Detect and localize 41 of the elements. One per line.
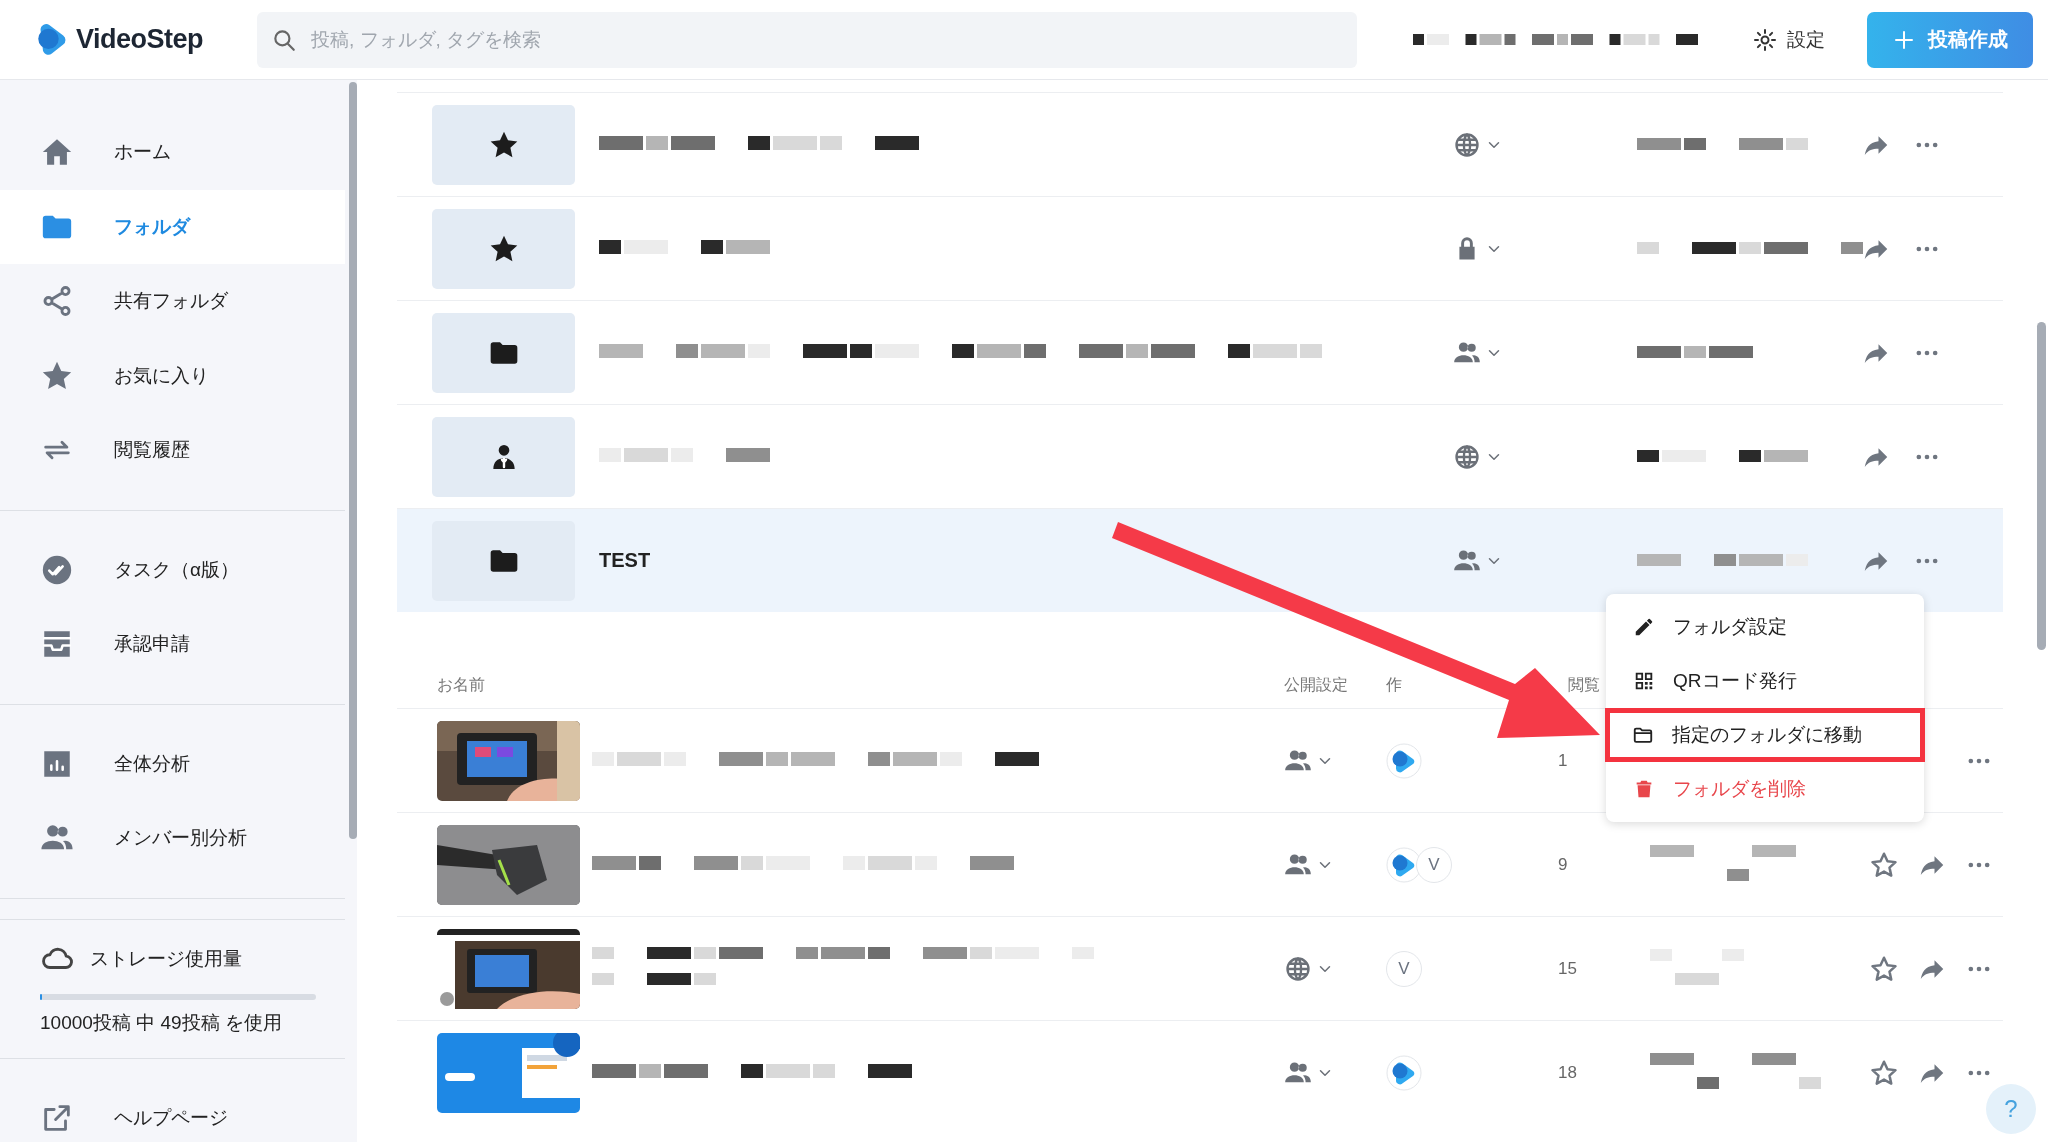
- sidebar-item[interactable]: 閲覧履歴: [0, 413, 345, 488]
- storage-usage-text: 10000投稿 中 49投稿 を使用: [40, 1010, 283, 1035]
- avatar: V: [1386, 950, 1422, 987]
- column-header[interactable]: お名前: [437, 674, 485, 696]
- folder-row[interactable]: TEST: [397, 508, 2003, 612]
- sidebar-item[interactable]: フォルダ: [0, 189, 345, 264]
- scrollbar[interactable]: [349, 82, 357, 839]
- sidebar-item[interactable]: タスク（α版）: [0, 532, 345, 607]
- globe-icon[interactable]: [1284, 954, 1312, 983]
- logo-avatar: [1386, 1054, 1422, 1091]
- sidebar-item[interactable]: ホーム: [0, 115, 345, 190]
- view-count: 9: [1557, 854, 1569, 875]
- settings-icon: [1753, 27, 1777, 52]
- sidebar-item[interactable]: メンバー別分析: [0, 801, 345, 876]
- menu-item[interactable]: 指定のフォルダに移動: [1605, 708, 1925, 762]
- post-row[interactable]: 18: [397, 1020, 2003, 1124]
- sidebar-item[interactable]: 共有フォルダ: [0, 264, 345, 339]
- scrollbar[interactable]: [2037, 322, 2046, 650]
- settings-button[interactable]: 設定: [1749, 20, 1829, 59]
- qr-code-icon: [1633, 670, 1655, 692]
- sidebar-item[interactable]: 全体分析: [0, 726, 345, 801]
- view-count: 1: [1557, 750, 1569, 771]
- sidebar-item[interactable]: 承認申請: [0, 607, 345, 682]
- post-row[interactable]: V 15: [397, 916, 2003, 1020]
- column-header[interactable]: 公開設定: [1284, 674, 1348, 696]
- globe-icon[interactable]: [1453, 130, 1481, 159]
- logo-avatar: [1386, 742, 1422, 779]
- avatar: V: [1416, 846, 1452, 883]
- column-header[interactable]: 作: [1386, 674, 1402, 696]
- storage-title: ストレージ使用量: [90, 946, 242, 971]
- search-field[interactable]: 投稿, フォルダ, タグを検索: [257, 11, 1357, 68]
- help-link[interactable]: ヘルプページ: [0, 1080, 345, 1142]
- globe-icon[interactable]: [1453, 442, 1481, 471]
- pencil-icon: [1633, 616, 1655, 638]
- logo-text[interactable]: VideoStep: [76, 24, 204, 55]
- sidebar-item[interactable]: お気に入り: [0, 338, 345, 413]
- view-count: 15: [1557, 958, 1578, 979]
- menu-item[interactable]: QRコード発行: [1606, 654, 1924, 708]
- column-header[interactable]: 閲覧: [1568, 674, 1600, 696]
- folder-name: TEST: [599, 549, 651, 571]
- view-count: 18: [1557, 1062, 1578, 1083]
